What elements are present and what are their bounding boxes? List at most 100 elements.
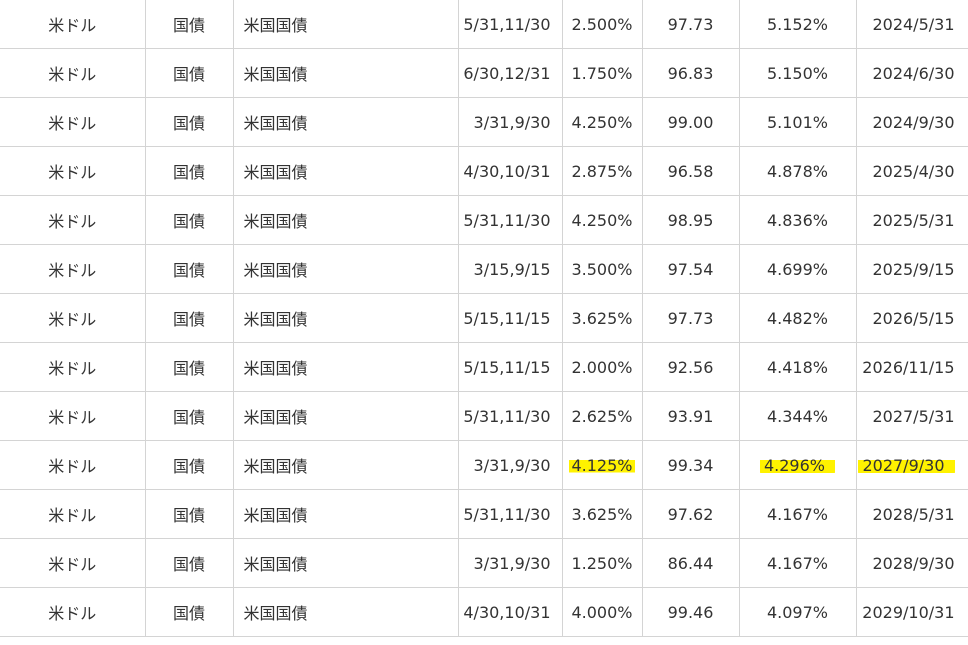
- yield-cell: 4.344%: [739, 391, 857, 441]
- currency-cell: 米ドル: [0, 489, 146, 539]
- table-row: 米ドル 国債 米国国債 6/30,12/31 1.750% 96.83 5.15…: [0, 48, 968, 98]
- payment-dates-cell: 6/30,12/31: [458, 48, 563, 98]
- maturity-cell: 2028/9/30: [856, 538, 968, 588]
- bond-name-cell: 米国国債: [233, 538, 459, 588]
- price-cell: 97.73: [642, 293, 740, 343]
- yield-cell: 5.152%: [739, 0, 857, 49]
- bond-type-cell: 国債: [145, 195, 234, 245]
- table-row: 米ドル 国債 米国国債 5/31,11/30 3.625% 97.62 4.16…: [0, 489, 968, 539]
- coupon-highlight: 4.125%: [569, 455, 635, 475]
- bond-type-cell: 国債: [145, 587, 234, 637]
- yield-cell: 4.296%: [739, 440, 857, 490]
- payment-dates-cell: 3/31,9/30: [458, 97, 563, 147]
- coupon-cell: 2.500%: [562, 0, 643, 49]
- bond-name-cell: 米国国債: [233, 0, 459, 49]
- bond-name-cell: 米国国債: [233, 146, 459, 196]
- bond-name-cell: 米国国債: [233, 48, 459, 98]
- maturity-cell: 2026/5/15: [856, 293, 968, 343]
- price-cell: 96.58: [642, 146, 740, 196]
- yield-cell: 5.101%: [739, 97, 857, 147]
- table-row: 米ドル 国債 米国国債 5/15,11/15 3.625% 97.73 4.48…: [0, 293, 968, 343]
- bond-type-cell: 国債: [145, 489, 234, 539]
- bond-name-cell: 米国国債: [233, 391, 459, 441]
- bond-table-body: 米ドル 国債 米国国債 5/31,11/30 2.500% 97.73 5.15…: [0, 0, 968, 637]
- price-cell: 86.44: [642, 538, 740, 588]
- currency-cell: 米ドル: [0, 538, 146, 588]
- yield-cell: 4.482%: [739, 293, 857, 343]
- bond-name-cell: 米国国債: [233, 489, 459, 539]
- yield-cell: 4.878%: [739, 146, 857, 196]
- payment-dates-cell: 5/31,11/30: [458, 195, 563, 245]
- table-row: 米ドル 国債 米国国債 5/15,11/15 2.000% 92.56 4.41…: [0, 342, 968, 392]
- price-cell: 93.91: [642, 391, 740, 441]
- bond-type-cell: 国債: [145, 342, 234, 392]
- price-cell: 99.00: [642, 97, 740, 147]
- bond-type-cell: 国債: [145, 391, 234, 441]
- currency-cell: 米ドル: [0, 587, 146, 637]
- price-cell: 97.62: [642, 489, 740, 539]
- bond-name-cell: 米国国債: [233, 587, 459, 637]
- table-row: 米ドル 国債 米国国債 4/30,10/31 4.000% 99.46 4.09…: [0, 587, 968, 637]
- maturity-cell: 2025/4/30: [856, 146, 968, 196]
- coupon-cell: 3.625%: [562, 489, 643, 539]
- payment-dates-cell: 5/15,11/15: [458, 342, 563, 392]
- currency-cell: 米ドル: [0, 97, 146, 147]
- bond-name-cell: 米国国債: [233, 244, 459, 294]
- yield-cell: 4.699%: [739, 244, 857, 294]
- coupon-cell: 4.000%: [562, 587, 643, 637]
- table-row: 米ドル 国債 米国国債 5/31,11/30 2.500% 97.73 5.15…: [0, 0, 968, 49]
- currency-cell: 米ドル: [0, 342, 146, 392]
- coupon-cell: 4.125%: [562, 440, 643, 490]
- table-row: 米ドル 国債 米国国債 3/31,9/30 4.250% 99.00 5.101…: [0, 97, 968, 147]
- maturity-cell: 2026/11/15: [856, 342, 968, 392]
- bond-type-cell: 国債: [145, 440, 234, 490]
- bond-table: 米ドル 国債 米国国債 5/31,11/30 2.500% 97.73 5.15…: [0, 0, 968, 637]
- table-row-highlighted: 米ドル 国債 米国国債 3/31,9/30 4.125% 99.34 4.296…: [0, 440, 968, 490]
- currency-cell: 米ドル: [0, 391, 146, 441]
- maturity-cell: 2028/5/31: [856, 489, 968, 539]
- table-row: 米ドル 国債 米国国債 5/31,11/30 4.250% 98.95 4.83…: [0, 195, 968, 245]
- maturity-cell: 2024/6/30: [856, 48, 968, 98]
- yield-cell: 4.167%: [739, 489, 857, 539]
- maturity-cell: 2025/5/31: [856, 195, 968, 245]
- coupon-cell: 4.250%: [562, 195, 643, 245]
- payment-dates-cell: 3/31,9/30: [458, 440, 563, 490]
- currency-cell: 米ドル: [0, 195, 146, 245]
- coupon-cell: 2.875%: [562, 146, 643, 196]
- coupon-cell: 2.000%: [562, 342, 643, 392]
- currency-cell: 米ドル: [0, 146, 146, 196]
- bond-name-cell: 米国国債: [233, 342, 459, 392]
- bond-name-cell: 米国国債: [233, 293, 459, 343]
- price-cell: 92.56: [642, 342, 740, 392]
- bond-type-cell: 国債: [145, 48, 234, 98]
- bond-type-cell: 国債: [145, 97, 234, 147]
- maturity-cell: 2024/9/30: [856, 97, 968, 147]
- table-row: 米ドル 国債 米国国債 4/30,10/31 2.875% 96.58 4.87…: [0, 146, 968, 196]
- price-cell: 97.73: [642, 0, 740, 49]
- currency-cell: 米ドル: [0, 293, 146, 343]
- currency-cell: 米ドル: [0, 244, 146, 294]
- currency-cell: 米ドル: [0, 48, 146, 98]
- price-cell: 97.54: [642, 244, 740, 294]
- maturity-cell: 2027/9/30: [856, 440, 968, 490]
- price-cell: 99.46: [642, 587, 740, 637]
- currency-cell: 米ドル: [0, 440, 146, 490]
- coupon-cell: 1.250%: [562, 538, 643, 588]
- payment-dates-cell: 5/31,11/30: [458, 391, 563, 441]
- yield-cell: 4.836%: [739, 195, 857, 245]
- maturity-cell: 2029/10/31: [856, 587, 968, 637]
- maturity-cell: 2027/5/31: [856, 391, 968, 441]
- coupon-cell: 3.500%: [562, 244, 643, 294]
- bond-type-cell: 国債: [145, 146, 234, 196]
- bond-type-cell: 国債: [145, 0, 234, 49]
- yield-cell: 4.097%: [739, 587, 857, 637]
- payment-dates-cell: 4/30,10/31: [458, 146, 563, 196]
- payment-dates-cell: 3/15,9/15: [458, 244, 563, 294]
- bond-type-cell: 国債: [145, 538, 234, 588]
- bond-name-cell: 米国国債: [233, 97, 459, 147]
- coupon-cell: 3.625%: [562, 293, 643, 343]
- payment-dates-cell: 4/30,10/31: [458, 587, 563, 637]
- maturity-highlight: 2027/9/30: [858, 455, 955, 475]
- yield-cell: 5.150%: [739, 48, 857, 98]
- yield-cell: 4.167%: [739, 538, 857, 588]
